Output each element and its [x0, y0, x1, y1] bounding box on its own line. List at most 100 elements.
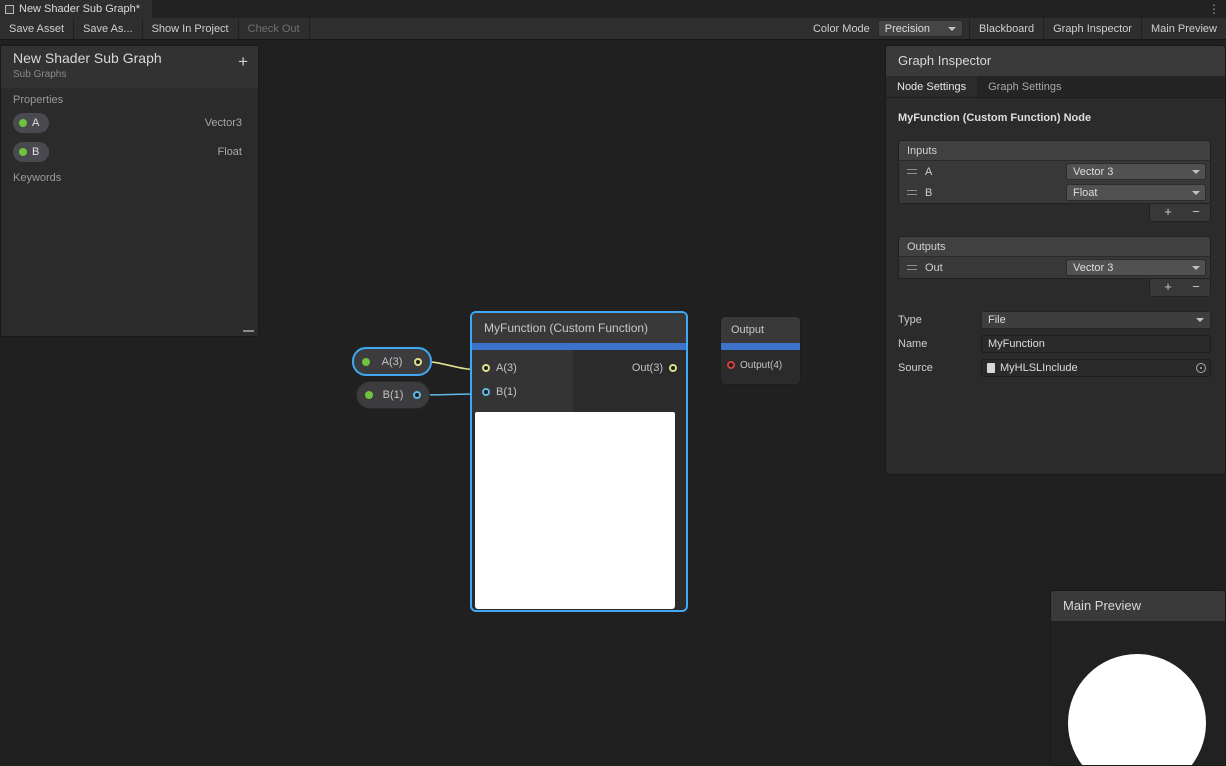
main-preview-panel: Main Preview [1050, 590, 1226, 766]
unity-icon [5, 5, 14, 14]
tab-new-shader-sub-graph[interactable]: New Shader Sub Graph* [0, 0, 152, 18]
input-port-b[interactable]: B(1) [472, 380, 573, 404]
property-node-label: A(3) [376, 356, 408, 368]
drag-handle-icon[interactable] [907, 265, 917, 270]
toolbar-spacer [310, 18, 805, 39]
property-type: Vector3 [205, 117, 242, 129]
chevron-down-icon [1196, 318, 1204, 322]
name-field[interactable] [981, 335, 1211, 353]
main-preview-toggle-button[interactable]: Main Preview [1141, 18, 1226, 39]
chevron-down-icon [1192, 266, 1200, 270]
outputs-list: Outputs Out Vector 3 [898, 236, 1211, 279]
outputs-list-title: Outputs [899, 237, 1210, 257]
port-label: Out(3) [632, 362, 663, 374]
exposed-dot-icon [19, 148, 27, 156]
port-label: A(3) [496, 362, 517, 374]
tab-title: New Shader Sub Graph* [19, 3, 140, 15]
node-output-ports: Out(3) [573, 350, 686, 412]
input-b-type-dropdown[interactable]: Float [1066, 184, 1206, 201]
toolbar: Save Asset Save As... Show In Project Ch… [0, 18, 1226, 40]
output-port-out[interactable]: Out(3) [632, 356, 677, 380]
add-output-button[interactable]: + [1154, 279, 1182, 296]
property-name: A [32, 117, 39, 129]
dropdown-value: File [988, 314, 1196, 326]
input-socket-float[interactable] [482, 388, 490, 396]
property-name: B [32, 146, 39, 158]
blackboard-property-row[interactable]: B Float [1, 137, 258, 166]
drag-handle-icon[interactable] [907, 190, 917, 195]
remove-output-button[interactable]: − [1182, 279, 1210, 296]
property-node-b[interactable]: B(1) [356, 381, 430, 409]
tab-strip: New Shader Sub Graph* ⋮ [0, 0, 1226, 18]
chevron-down-icon [948, 27, 956, 31]
object-picker-icon[interactable] [1196, 363, 1206, 373]
preview-sphere [1068, 654, 1206, 765]
main-preview-viewport[interactable] [1051, 621, 1225, 765]
shader-graph-window: New Shader Sub Graph* ⋮ Save Asset Save … [0, 0, 1226, 766]
remove-input-button[interactable]: − [1182, 204, 1210, 221]
blackboard-toggle-button[interactable]: Blackboard [969, 18, 1043, 39]
file-icon [987, 363, 995, 373]
property-pill-a[interactable]: A [13, 113, 49, 133]
inspector-body: MyFunction (Custom Function) Node Inputs… [886, 98, 1225, 377]
property-node-label: B(1) [379, 389, 407, 401]
node-accent-strip [721, 343, 800, 350]
property-pill-b[interactable]: B [13, 142, 49, 162]
output-socket-vector3[interactable] [414, 358, 422, 366]
main-preview-header[interactable]: Main Preview [1051, 591, 1225, 621]
graph-inspector-toggle-button[interactable]: Graph Inspector [1043, 18, 1141, 39]
type-label: Type [898, 314, 981, 326]
input-a-type-dropdown[interactable]: Vector 3 [1066, 163, 1206, 180]
properties-section-label: Properties [1, 88, 258, 108]
input-port-output[interactable]: Output(4) [721, 350, 800, 380]
precision-dropdown[interactable]: Precision [878, 20, 963, 37]
exposed-dot-icon [365, 391, 373, 399]
source-object-field[interactable]: MyHLSLInclude [981, 359, 1211, 377]
blackboard-resize-handle[interactable] [243, 330, 254, 332]
input-row-b[interactable]: B Float [899, 182, 1210, 203]
custom-function-node[interactable]: MyFunction (Custom Function) A(3) B(1) O… [471, 312, 687, 611]
graph-inspector-header[interactable]: Graph Inspector [886, 46, 1225, 76]
input-socket-vector4[interactable] [727, 361, 735, 369]
row-name: Out [925, 262, 1058, 274]
save-as-button[interactable]: Save As... [74, 18, 143, 39]
tab-node-settings[interactable]: Node Settings [886, 76, 977, 97]
output-row-out[interactable]: Out Vector 3 [899, 257, 1210, 278]
input-port-a[interactable]: A(3) [472, 356, 573, 380]
node-input-ports: A(3) B(1) [472, 350, 573, 412]
show-in-project-button[interactable]: Show In Project [143, 18, 239, 39]
input-socket-vector3[interactable] [482, 364, 490, 372]
outputs-list-footer: + − [1149, 279, 1211, 297]
drag-handle-icon[interactable] [907, 169, 917, 174]
blackboard-panel: New Shader Sub Graph Sub Graphs + Proper… [0, 45, 259, 337]
type-dropdown[interactable]: File [981, 311, 1211, 329]
tab-graph-settings[interactable]: Graph Settings [977, 76, 1072, 97]
keywords-section-label: Keywords [1, 166, 258, 186]
input-row-a[interactable]: A Vector 3 [899, 161, 1210, 182]
blackboard-subtitle: Sub Graphs [13, 69, 246, 80]
name-label: Name [898, 338, 981, 350]
save-asset-button[interactable]: Save Asset [0, 18, 74, 39]
kebab-menu-icon[interactable]: ⋮ [1202, 0, 1226, 18]
source-label: Source [898, 362, 981, 374]
blackboard-property-row[interactable]: A Vector3 [1, 108, 258, 137]
dropdown-value: Float [1073, 187, 1192, 199]
add-input-button[interactable]: + [1154, 204, 1182, 221]
check-out-button: Check Out [239, 18, 310, 39]
row-name: B [925, 187, 1058, 199]
node-accent-strip [472, 343, 686, 350]
output-socket-vector3[interactable] [669, 364, 677, 372]
inputs-list-title: Inputs [899, 141, 1210, 161]
property-node-a[interactable]: A(3) [352, 347, 432, 376]
output-out-type-dropdown[interactable]: Vector 3 [1066, 259, 1206, 276]
dropdown-value: Vector 3 [1073, 166, 1192, 178]
exposed-dot-icon [362, 358, 370, 366]
inputs-list-footer: + − [1149, 204, 1211, 222]
graph-inspector-panel: Graph Inspector Node Settings Graph Sett… [885, 45, 1226, 475]
output-socket-float[interactable] [413, 391, 421, 399]
output-node[interactable]: Output Output(4) [720, 316, 801, 385]
chevron-down-icon [1192, 170, 1200, 174]
blackboard-header[interactable]: New Shader Sub Graph Sub Graphs + [1, 46, 258, 88]
blackboard-title: New Shader Sub Graph [13, 50, 246, 66]
add-property-button[interactable]: + [238, 54, 248, 70]
